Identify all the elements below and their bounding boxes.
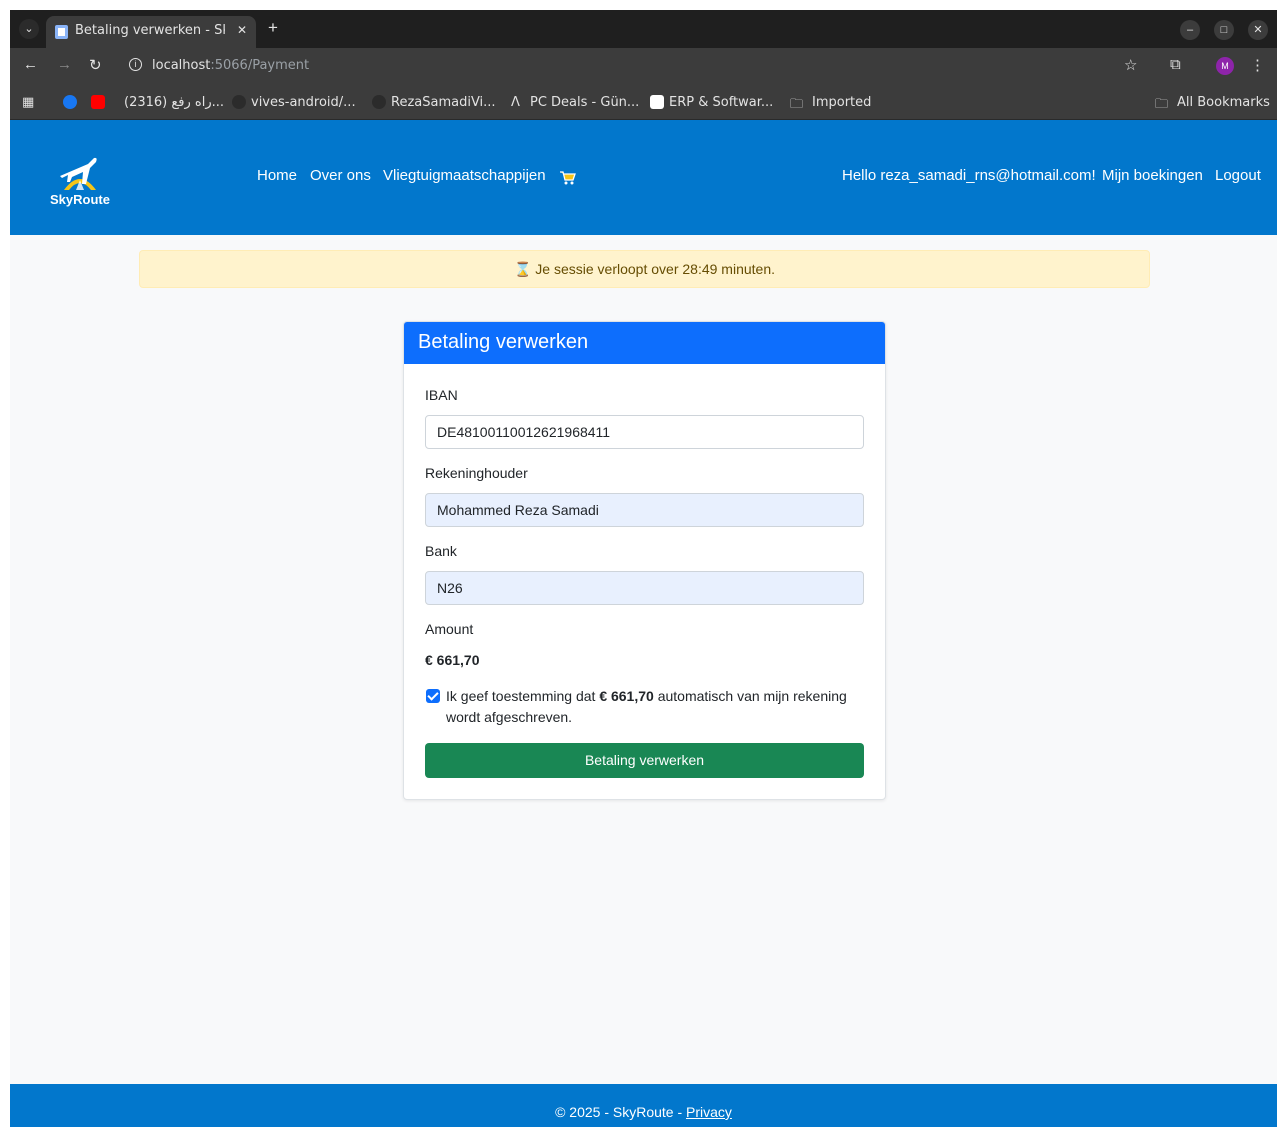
browser-toolbar: ← → ↻ i localhost:5066/Payment ☆ ⧉ M ⋮ <box>10 48 1277 84</box>
nav-my-bookings[interactable]: Mijn boekingen <box>1102 167 1203 184</box>
browser-tab[interactable]: Betaling verwerken - SkyRoute ✕ <box>46 16 256 48</box>
menu-kebab-icon[interactable]: ⋮ <box>1250 56 1265 74</box>
url-host: localhost <box>152 58 211 73</box>
logo-text: SkyRoute <box>50 192 110 207</box>
tab-search-icon[interactable]: ⌄ <box>19 19 39 39</box>
tab-strip: ⌄ Betaling verwerken - SkyRoute ✕ + – □ … <box>10 10 1277 48</box>
site-info-icon[interactable]: i <box>129 58 142 71</box>
close-window-icon[interactable]: ✕ <box>1248 20 1268 40</box>
tab-title: Betaling verwerken - SkyRoute <box>75 23 225 38</box>
user-greeting[interactable]: Hello reza_samadi_rns@hotmail.com! <box>842 167 1096 184</box>
window-edge <box>0 0 10 1127</box>
minimize-icon[interactable]: – <box>1180 20 1200 40</box>
skyroute-logo[interactable]: SkyRoute <box>42 154 118 214</box>
browser-window: ⌄ Betaling verwerken - SkyRoute ✕ + – □ … <box>10 10 1277 1127</box>
consent-label[interactable]: Ik geef toestemming dat € 661,70 automat… <box>446 686 876 728</box>
consent-prefix: Ik geef toestemming dat <box>446 688 600 704</box>
account-holder-input[interactable]: Mohammed Reza Samadi <box>425 493 864 527</box>
extensions-icon[interactable]: ⧉ <box>1170 56 1181 73</box>
site-footer: © 2025 - SkyRoute - Privacy <box>10 1084 1277 1127</box>
close-tab-icon[interactable]: ✕ <box>237 23 247 37</box>
github-icon <box>372 95 386 109</box>
youtube-icon[interactable] <box>91 95 105 109</box>
iban-label: IBAN <box>425 387 458 403</box>
back-arrow-icon[interactable]: ← <box>23 56 38 73</box>
apps-grid-icon[interactable]: ▦ <box>22 95 34 110</box>
maximize-icon[interactable]: □ <box>1214 20 1234 40</box>
site-header: SkyRoute Home Over ons Vliegtuigmaatscha… <box>10 120 1277 235</box>
cart-icon[interactable] <box>559 170 577 186</box>
bank-input[interactable]: N26 <box>425 571 864 605</box>
facebook-icon[interactable] <box>63 95 77 109</box>
github-icon <box>232 95 246 109</box>
reload-icon[interactable]: ↻ <box>89 56 102 74</box>
nav-airlines[interactable]: Vliegtuigmaatschappijen <box>383 167 546 184</box>
privacy-link[interactable]: Privacy <box>686 1104 732 1120</box>
new-tab-icon[interactable]: + <box>268 18 278 38</box>
page: SkyRoute Home Over ons Vliegtuigmaatscha… <box>10 120 1277 1127</box>
airplane-logo-icon <box>60 157 97 190</box>
logout-link[interactable]: Logout <box>1215 167 1261 184</box>
payment-card: Betaling verwerken IBAN DE48100110012621… <box>403 321 886 800</box>
page-favicon-icon <box>55 25 68 39</box>
payment-title: Betaling verwerken <box>418 331 589 353</box>
bookmarks-bar: ▦ (2316) راه رفع... vives-android/... Re… <box>10 84 1277 120</box>
bookmark-item[interactable]: PC Deals - Gün... <box>530 95 639 110</box>
all-bookmarks[interactable]: All Bookmarks <box>1177 95 1270 110</box>
nav-home[interactable]: Home <box>257 167 297 184</box>
consent-checkbox[interactable] <box>426 689 440 703</box>
consent-amount: € 661,70 <box>599 688 654 704</box>
iban-input[interactable]: DE48100110012621968411 <box>425 415 864 449</box>
folder-icon: 🗀 <box>790 97 804 112</box>
bookmark-star-icon[interactable]: ☆ <box>1124 56 1137 74</box>
amount-value: € 661,70 <box>425 652 480 668</box>
profile-avatar[interactable]: M <box>1216 57 1234 75</box>
bank-label: Bank <box>425 543 457 559</box>
card-header: Betaling verwerken <box>404 322 885 364</box>
holder-label: Rekeninghouder <box>425 465 528 481</box>
footer-copyright: © 2025 - SkyRoute - <box>555 1104 687 1120</box>
folder-icon: 🗀 <box>1155 97 1169 112</box>
bookmark-item[interactable]: (2316) راه رفع... <box>124 95 224 110</box>
address-bar[interactable]: i localhost:5066/Payment <box>119 52 1119 80</box>
url-path: :5066/Payment <box>210 58 310 73</box>
nav-about[interactable]: Over ons <box>310 167 371 184</box>
bookmark-item[interactable]: RezaSamadiVi... <box>391 95 496 110</box>
amount-label: Amount <box>425 621 474 637</box>
bookmark-item[interactable]: vives-android/... <box>251 95 356 110</box>
bookmark-item[interactable]: ERP & Softwar... <box>669 95 773 110</box>
url-text: localhost:5066/Payment <box>152 58 309 73</box>
forward-arrow-icon[interactable]: → <box>57 56 72 73</box>
process-payment-button[interactable]: Betaling verwerken <box>425 743 864 778</box>
pc-deals-icon: Λ <box>511 95 520 110</box>
session-timer-alert: ⌛ Je sessie verloopt over 28:49 minuten. <box>139 250 1150 288</box>
bookmark-folder[interactable]: Imported <box>812 95 871 110</box>
erp-icon <box>650 95 664 109</box>
